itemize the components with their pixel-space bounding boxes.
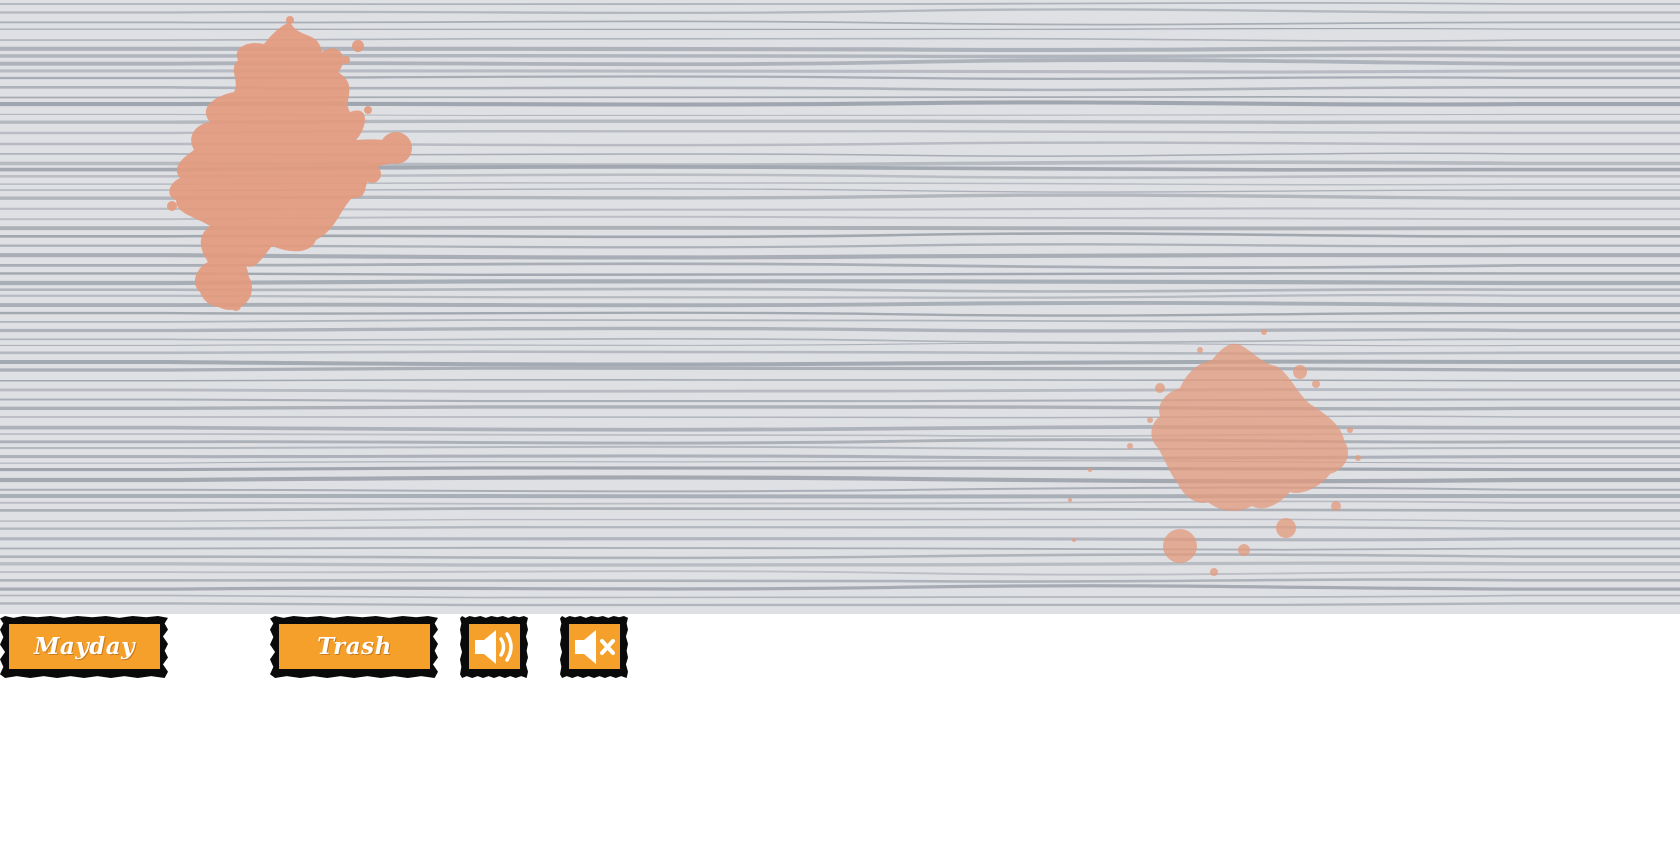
speaker-on-icon: [474, 629, 513, 664]
sound-on-button[interactable]: [460, 616, 528, 678]
speaker-muted-icon: [574, 629, 615, 664]
trash-label: Trash: [279, 624, 430, 669]
mayday-label: Mayday: [9, 624, 160, 669]
sound-off-button[interactable]: [560, 616, 628, 678]
splat-bottom-right: [1068, 329, 1361, 576]
wood-grain-board[interactable]: [0, 0, 1680, 614]
trash-button[interactable]: Trash: [270, 616, 438, 678]
mayday-button[interactable]: Mayday: [0, 616, 168, 678]
